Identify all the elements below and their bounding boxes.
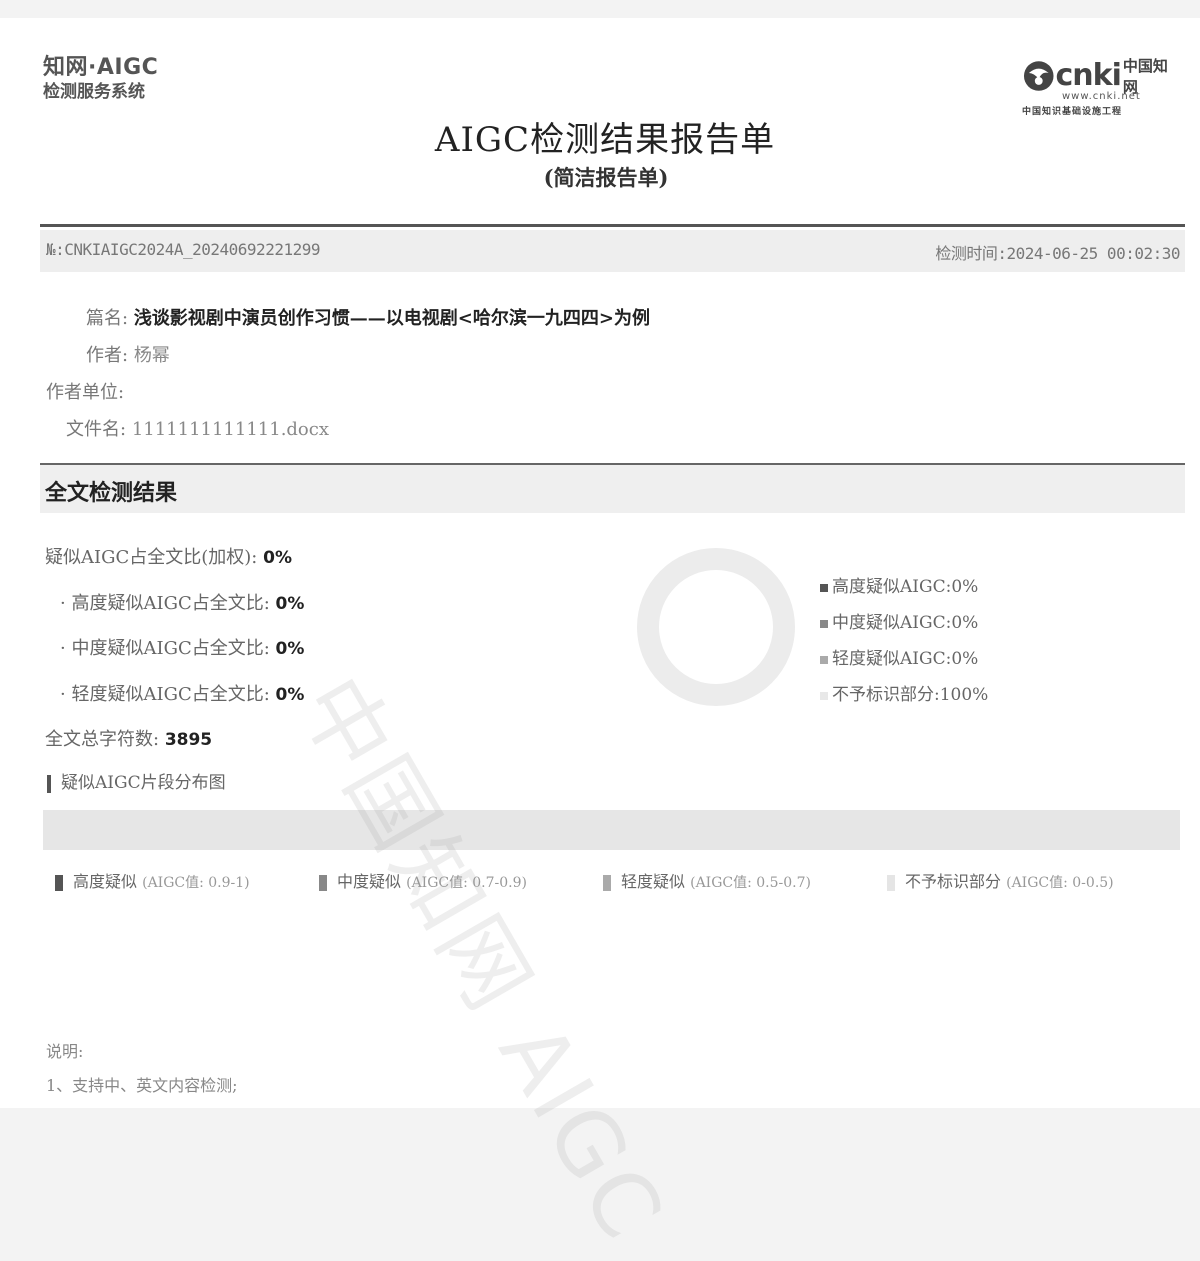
author-value: 杨幂: [133, 345, 170, 366]
legend-mid-swatch: [820, 619, 828, 628]
low-ratio-row: · 轻度疑似AIGC占全文比: 0%: [60, 680, 304, 706]
weighted-value: 0%: [263, 548, 292, 568]
weighted-ratio-row: 疑似AIGC占全文比(加权): 0%: [45, 543, 292, 569]
cnki-logo: cnki 中国知网 www.cnki.net 中国知识基础设施工程: [1022, 55, 1182, 117]
dist-legend-low-range: (AIGC值: 0.5-0.7): [690, 875, 811, 891]
file-label: 文件名:: [66, 419, 127, 440]
cnki-globe-icon: [1023, 61, 1054, 91]
section-band: [40, 465, 1185, 513]
dist-legend-high-label: 高度疑似: [73, 872, 138, 891]
chars-value: 3895: [164, 730, 213, 750]
dist-legend-none-range: (AIGC值: 0-0.5): [1006, 875, 1114, 891]
dist-legend-none-swatch: [887, 874, 895, 891]
section-title: 全文检测结果: [45, 481, 178, 506]
dist-legend-low: 轻度疑似 (AIGC值: 0.5-0.7): [603, 868, 811, 892]
mid-label: 中度疑似AIGC占全文比:: [71, 638, 270, 659]
report-time: 检测时间:2024-06-25 00:02:30: [935, 240, 1180, 264]
logo-line-1: 知网·AIGC: [43, 55, 159, 80]
top-divider: [40, 224, 1185, 227]
dist-legend-high: 高度疑似 (AIGC值: 0.9-1): [55, 868, 250, 892]
legend-mid: 中度疑似AIGC:0%: [820, 608, 978, 633]
weighted-label: 疑似AIGC占全文比(加权):: [45, 547, 258, 568]
dist-legend-none: 不予标识部分 (AIGC值: 0-0.5): [887, 868, 1114, 892]
legend-mid-value: 0%: [951, 613, 979, 633]
char-count-row: 全文总字符数: 3895: [45, 725, 212, 751]
low-label: 轻度疑似AIGC占全文比:: [71, 684, 270, 705]
dist-legend-mid-swatch: [319, 874, 327, 891]
cnki-wordmark: cnki: [1055, 58, 1122, 93]
legend-low: 轻度疑似AIGC:0%: [820, 644, 978, 669]
high-ratio-row: · 高度疑似AIGC占全文比: 0%: [60, 589, 304, 615]
aigc-logo: 知网·AIGC 检测服务系统: [43, 55, 158, 103]
dist-legend-none-label: 不予标识部分: [905, 872, 1002, 891]
dist-legend-high-swatch: [55, 874, 63, 891]
dist-legend-high-range: (AIGC值: 0.9-1): [142, 875, 250, 891]
high-value: 0%: [275, 594, 305, 614]
info-author-row: 作者: 杨幂: [86, 341, 170, 367]
legend-low-value: 0%: [951, 649, 979, 669]
report-time-value: 2024-06-25 00:02:30: [1006, 244, 1180, 263]
mid-value: 0%: [275, 639, 305, 659]
distribution-title: 疑似AIGC片段分布图: [47, 768, 226, 793]
bullet: ·: [60, 638, 66, 659]
title-value: 浅谈影视剧中演员创作习惯——以电视剧<哈尔滨一九四四>为例: [133, 308, 650, 329]
legend-none-value: 100%: [939, 685, 989, 705]
title-label: 篇名:: [86, 308, 129, 329]
report-title: AIGC检测结果报告单: [434, 120, 776, 160]
info-title-row: 篇名: 浅谈影视剧中演员创作习惯——以电视剧<哈尔滨一九四四>为例: [86, 304, 650, 330]
donut-chart: [637, 548, 795, 706]
legend-low-label: 轻度疑似AIGC:: [832, 649, 952, 669]
distribution-bar: [43, 810, 1180, 850]
legend-high-value: 0%: [951, 577, 979, 597]
report-subtitle: (简洁报告单): [543, 165, 669, 190]
dist-legend-low-swatch: [603, 874, 611, 891]
distribution-title-text: 疑似AIGC片段分布图: [61, 773, 226, 793]
legend-low-swatch: [820, 655, 828, 664]
distribution-title-bar: [47, 774, 51, 793]
high-label: 高度疑似AIGC占全文比:: [71, 593, 270, 614]
file-value: 1111111111111.docx: [131, 419, 330, 440]
info-unit-row: 作者单位:: [46, 378, 124, 404]
legend-high-swatch: [820, 583, 828, 592]
legend-high: 高度疑似AIGC:0%: [820, 572, 978, 597]
author-label: 作者:: [86, 345, 129, 366]
notes-item-1: 1、支持中、英文内容检测;: [46, 1076, 238, 1095]
dist-legend-low-label: 轻度疑似: [621, 872, 686, 891]
chars-label: 全文总字符数:: [45, 729, 160, 750]
bullet: ·: [60, 684, 66, 705]
info-file-row: 文件名: 1111111111111.docx: [66, 415, 329, 441]
mid-ratio-row: · 中度疑似AIGC占全文比: 0%: [60, 634, 304, 660]
legend-high-label: 高度疑似AIGC:: [832, 577, 952, 597]
logo-line-2: 检测服务系统: [43, 82, 145, 102]
legend-mid-label: 中度疑似AIGC:: [832, 613, 952, 633]
unit-label: 作者单位:: [46, 382, 125, 403]
report-time-label: 检测时间:: [935, 244, 1007, 263]
legend-none-label: 不予标识部分:: [832, 685, 940, 705]
legend-none: 不予标识部分:100%: [820, 680, 988, 705]
notes-heading: 说明:: [46, 1042, 84, 1061]
report-number: №:CNKIAIGC2024A_20240692221299: [46, 240, 320, 259]
bullet: ·: [60, 593, 66, 614]
legend-none-swatch: [820, 691, 828, 700]
